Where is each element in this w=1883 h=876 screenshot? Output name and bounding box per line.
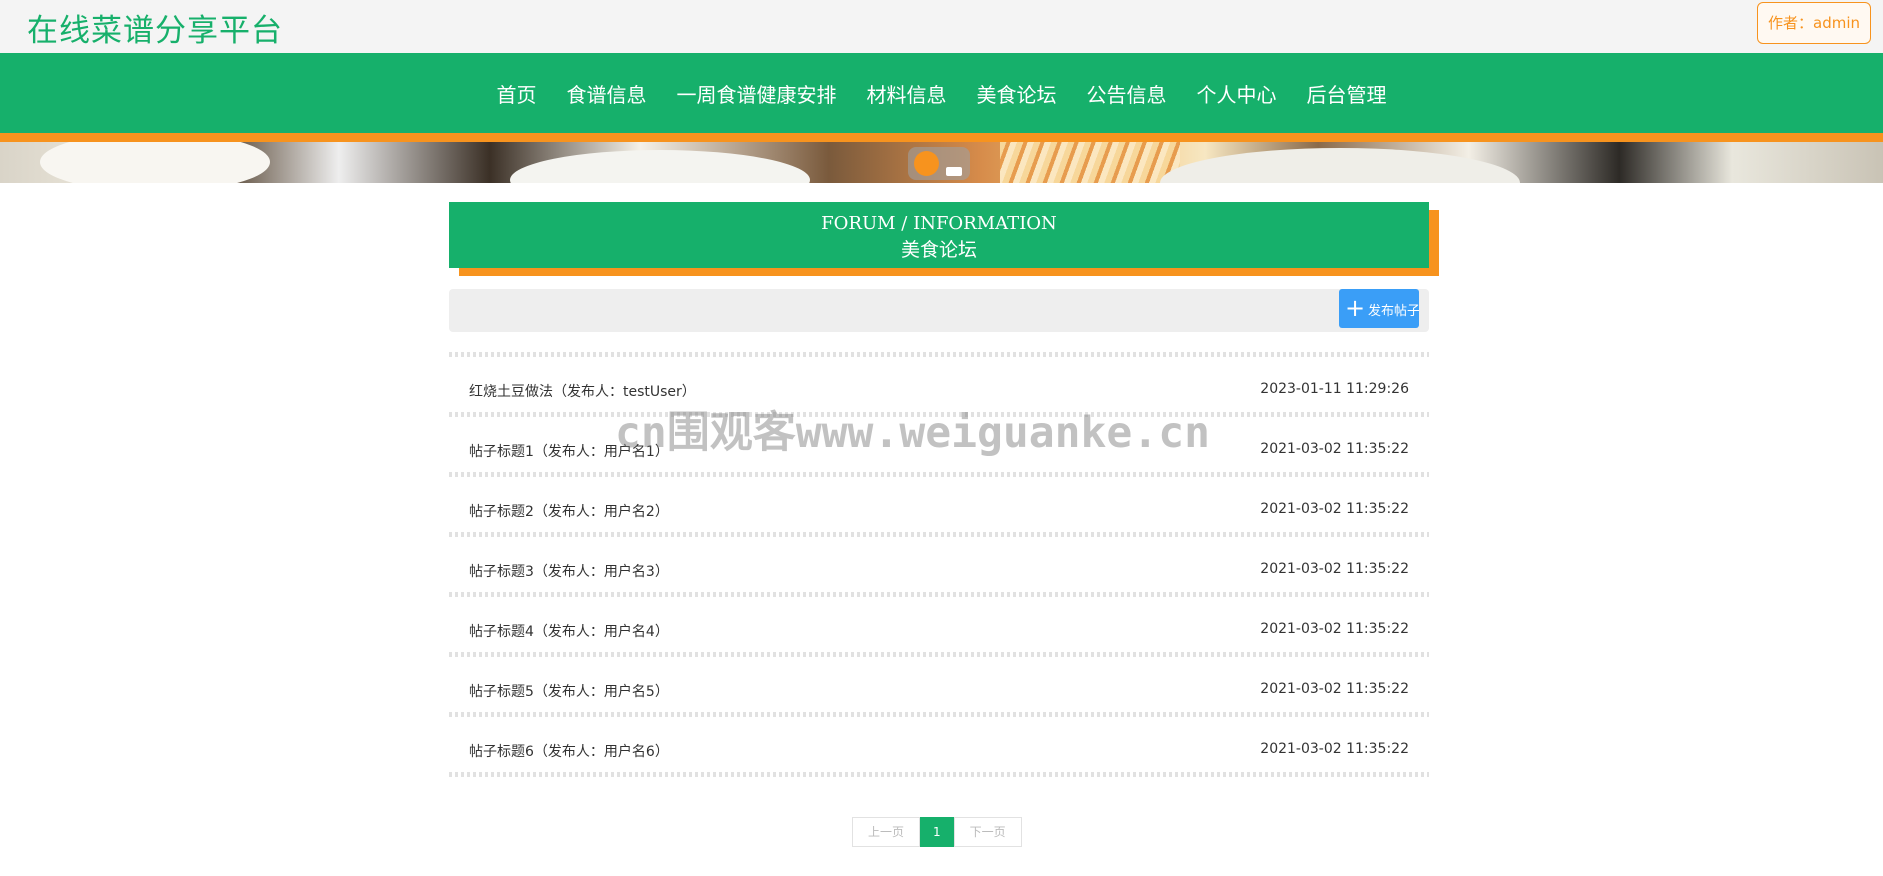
nav-item-home[interactable]: 首页 (482, 79, 552, 108)
section-title-en: FORUM / INFORMATION (821, 213, 1057, 234)
post-title[interactable]: 帖子标题2（发布人：用户名2） (469, 501, 669, 521)
pagination: 上一页 1 下一页 (852, 817, 1022, 847)
section-header: FORUM / INFORMATION 美食论坛 (449, 202, 1429, 268)
post-time: 2021-03-02 11:35:22 (1260, 621, 1409, 637)
post-title[interactable]: 帖子标题3（发布人：用户名3） (469, 561, 669, 581)
post-time: 2021-03-02 11:35:22 (1260, 741, 1409, 757)
post-time: 2021-03-02 11:35:22 (1260, 681, 1409, 697)
prev-page-button[interactable]: 上一页 (852, 817, 921, 847)
post-time: 2021-03-02 11:35:22 (1260, 501, 1409, 517)
site-title[interactable]: 在线菜谱分享平台 (27, 5, 283, 50)
post-title[interactable]: 帖子标题5（发布人：用户名5） (469, 681, 669, 701)
main-nav: 首页 食谱信息 一周食谱健康安排 材料信息 美食论坛 公告信息 个人中心 后台管… (0, 53, 1883, 133)
list-item[interactable]: 帖子标题4（发布人：用户名4） 2021-03-02 11:35:22 (449, 597, 1429, 657)
carousel-dot[interactable] (946, 167, 962, 176)
nav-list: 首页 食谱信息 一周食谱健康安排 材料信息 美食论坛 公告信息 个人中心 后台管… (0, 53, 1883, 133)
list-item[interactable]: 帖子标题2（发布人：用户名2） 2021-03-02 11:35:22 (449, 477, 1429, 537)
add-post-button[interactable]: + 发布帖子 (1339, 289, 1419, 328)
carousel-indicators (908, 147, 970, 180)
post-title[interactable]: 帖子标题4（发布人：用户名4） (469, 621, 669, 641)
top-bar: 在线菜谱分享平台 作者：admin (0, 0, 1883, 53)
watermark-text: cn围观客www.weiguanke.cn (615, 408, 1210, 458)
next-page-button[interactable]: 下一页 (953, 817, 1022, 847)
current-page-button[interactable]: 1 (920, 817, 954, 847)
list-item[interactable]: 帖子标题3（发布人：用户名3） 2021-03-02 11:35:22 (449, 537, 1429, 597)
nav-item-recipes[interactable]: 食谱信息 (552, 79, 662, 108)
list-item[interactable]: 帖子标题5（发布人：用户名5） 2021-03-02 11:35:22 (449, 657, 1429, 717)
carousel-dot-active[interactable] (914, 151, 939, 176)
post-time: 2021-03-02 11:35:22 (1260, 441, 1409, 457)
nav-item-admin[interactable]: 后台管理 (1292, 79, 1402, 108)
nav-accent-strip (0, 133, 1883, 142)
nav-item-ingredients[interactable]: 材料信息 (852, 79, 962, 108)
nav-item-announcements[interactable]: 公告信息 (1072, 79, 1182, 108)
post-title[interactable]: 帖子标题6（发布人：用户名6） (469, 741, 669, 761)
nav-item-forum[interactable]: 美食论坛 (962, 79, 1072, 108)
nav-item-profile[interactable]: 个人中心 (1182, 79, 1292, 108)
post-time: 2023-01-11 11:29:26 (1260, 381, 1409, 397)
nav-item-weekly-plan[interactable]: 一周食谱健康安排 (662, 79, 852, 108)
section-title-cn: 美食论坛 (900, 239, 977, 261)
plus-icon: + (1345, 294, 1366, 322)
forum-toolbar (449, 289, 1429, 332)
list-item[interactable]: 帖子标题6（发布人：用户名6） 2021-03-02 11:35:22 (449, 717, 1429, 777)
post-time: 2021-03-02 11:35:22 (1260, 561, 1409, 577)
author-button[interactable]: 作者：admin (1757, 2, 1871, 44)
add-post-label: 发布帖子 (1368, 304, 1419, 319)
